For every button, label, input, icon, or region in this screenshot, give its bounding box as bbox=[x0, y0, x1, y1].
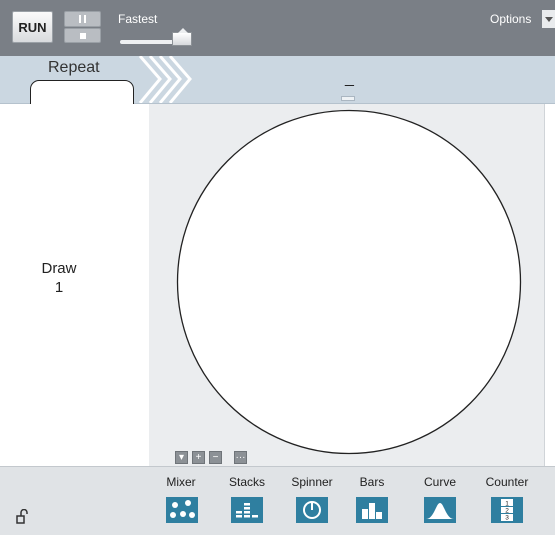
counter-digit: 2 bbox=[505, 508, 509, 515]
more-options-button[interactable]: ··· bbox=[234, 451, 247, 464]
device-toolbar bbox=[0, 466, 555, 535]
curve-icon[interactable] bbox=[424, 497, 456, 523]
spinner-icon[interactable] bbox=[296, 497, 328, 523]
tool-label-spinner: Spinner bbox=[291, 475, 333, 489]
tool-label-bars: Bars bbox=[359, 475, 385, 489]
resize-handle[interactable] bbox=[341, 96, 355, 101]
tool-label-mixer: Mixer bbox=[166, 475, 196, 489]
options-menu-label[interactable]: Options bbox=[490, 12, 531, 26]
spinner-circle[interactable] bbox=[176, 109, 522, 455]
repeat-label: Repeat bbox=[48, 59, 100, 76]
add-device-button[interactable]: + bbox=[192, 451, 205, 464]
remove-device-button[interactable]: − bbox=[209, 451, 222, 464]
counter-icon[interactable]: 1 2 3 bbox=[491, 497, 523, 523]
mixer-icon[interactable] bbox=[166, 497, 198, 523]
options-dropdown-icon[interactable] bbox=[542, 10, 555, 28]
bars-icon[interactable] bbox=[356, 497, 388, 523]
chevrons-icon bbox=[138, 56, 192, 103]
tool-label-stacks: Stacks bbox=[228, 475, 265, 489]
speed-slider-thumb[interactable] bbox=[172, 28, 192, 46]
counter-digit: 3 bbox=[505, 515, 509, 522]
tool-label-curve: Curve bbox=[423, 475, 456, 489]
draw-count[interactable]: 1 bbox=[0, 279, 118, 296]
pause-icon bbox=[79, 15, 81, 23]
right-panel bbox=[544, 104, 555, 466]
stop-button[interactable] bbox=[64, 28, 101, 43]
counter-digit: 1 bbox=[505, 501, 509, 508]
pause-button[interactable] bbox=[64, 11, 101, 27]
run-button[interactable]: RUN bbox=[12, 11, 53, 43]
stacks-icon[interactable] bbox=[231, 497, 263, 523]
speed-label: Fastest bbox=[118, 12, 158, 26]
tool-label-counter: Counter bbox=[485, 475, 529, 489]
dropdown-control-button[interactable]: ▾ bbox=[175, 451, 188, 464]
sampler-title[interactable]: _ bbox=[345, 70, 354, 88]
draw-label: Draw bbox=[41, 260, 77, 277]
stop-icon bbox=[79, 32, 86, 39]
lock-icon[interactable] bbox=[16, 509, 30, 524]
